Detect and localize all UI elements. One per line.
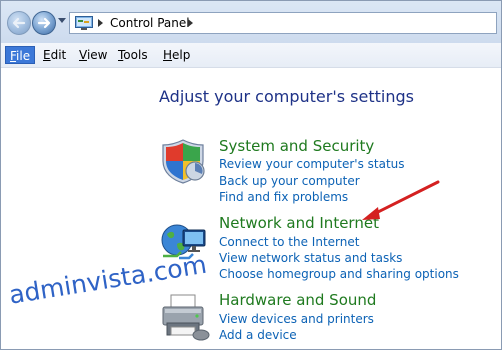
back-button[interactable]: [7, 11, 31, 35]
link-connect-internet[interactable]: Connect to the Internet: [219, 235, 359, 249]
menu-view[interactable]: View: [75, 46, 111, 64]
address-box[interactable]: Control Panel: [69, 12, 497, 34]
menu-edit[interactable]: Edit: [39, 46, 70, 64]
category-system-security-title[interactable]: System and Security: [219, 137, 374, 155]
menu-help[interactable]: Help: [159, 46, 194, 64]
menu-file[interactable]: File: [5, 46, 36, 64]
printer-icon[interactable]: [159, 291, 211, 343]
link-network-status[interactable]: View network status and tasks: [219, 251, 402, 265]
annotation-arrow-icon: [362, 180, 440, 220]
address-bar-area: Control Panel: [1, 1, 501, 43]
forward-arrow-icon: [37, 17, 51, 29]
link-homegroup-sharing[interactable]: Choose homegroup and sharing options: [219, 267, 459, 281]
control-panel-icon: [75, 16, 93, 30]
breadcrumb-separator[interactable]: [188, 19, 193, 27]
category-hardware-sound-title[interactable]: Hardware and Sound: [219, 291, 376, 309]
page-heading: Adjust your computer's settings: [159, 87, 414, 106]
recent-pages-dropdown[interactable]: [58, 18, 66, 23]
shield-icon[interactable]: [159, 137, 207, 185]
link-add-device[interactable]: Add a device: [219, 328, 297, 342]
link-review-status[interactable]: Review your computer's status: [219, 157, 405, 171]
back-arrow-icon: [12, 17, 26, 29]
link-back-up[interactable]: Back up your computer: [219, 174, 360, 188]
control-panel-window: Control Panel File Edit View Tools Help …: [0, 0, 502, 350]
category-network-internet-title[interactable]: Network and Internet: [219, 214, 379, 232]
breadcrumb-separator[interactable]: [98, 19, 103, 27]
link-find-fix[interactable]: Find and fix problems: [219, 190, 348, 204]
menu-tools[interactable]: Tools: [114, 46, 152, 64]
menu-bar: File Edit View Tools Help: [1, 43, 501, 68]
breadcrumb-control-panel[interactable]: Control Panel: [110, 16, 190, 30]
link-devices-printers[interactable]: View devices and printers: [219, 312, 374, 326]
forward-button[interactable]: [32, 11, 56, 35]
